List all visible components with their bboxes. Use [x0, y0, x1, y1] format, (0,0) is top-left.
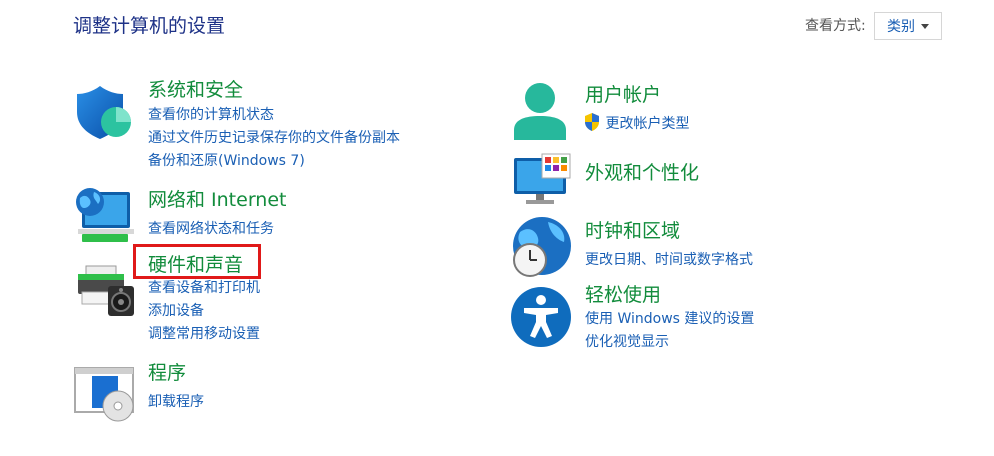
uac-shield-icon [585, 113, 599, 131]
category-title-appearance[interactable]: 外观和个性化 [585, 162, 699, 184]
link-change-account-type[interactable]: 更改帐户类型 [583, 112, 689, 136]
monitor-palette-icon[interactable] [512, 152, 572, 206]
clock-globe-icon[interactable] [510, 216, 574, 278]
link-uninstall-program[interactable]: 卸载程序 [148, 391, 204, 414]
link-devices-printers[interactable]: 查看设备和打印机 [148, 277, 260, 300]
printer-speaker-icon[interactable] [74, 262, 136, 318]
category-title-clock-region[interactable]: 时钟和区域 [585, 220, 680, 242]
chevron-down-icon [921, 23, 929, 29]
accessibility-icon[interactable] [510, 286, 572, 348]
link-network-status[interactable]: 查看网络状态和任务 [148, 218, 274, 241]
category-title-programs[interactable]: 程序 [148, 362, 186, 384]
link-optimize-visual-display[interactable]: 优化视觉显示 [585, 331, 754, 354]
shield-icon[interactable] [74, 84, 134, 140]
view-by-label: 查看方式: [805, 18, 866, 34]
link-add-device[interactable]: 添加设备 [148, 300, 260, 323]
page-title: 调整计算机的设置 [73, 15, 226, 37]
link-change-date-time-format[interactable]: 更改日期、时间或数字格式 [585, 249, 753, 272]
link-mobility-settings[interactable]: 调整常用移动设置 [148, 323, 260, 346]
link-backup-restore[interactable]: 备份和还原(Windows 7) [148, 150, 400, 173]
category-title-system-security[interactable]: 系统和安全 [148, 79, 243, 101]
link-view-computer-status[interactable]: 查看你的计算机状态 [148, 104, 400, 127]
user-icon[interactable] [512, 82, 568, 142]
view-by-value: 类别 [887, 19, 915, 35]
category-title-network-internet[interactable]: 网络和 Internet [148, 189, 286, 211]
link-change-account-type-label: 更改帐户类型 [605, 116, 690, 132]
view-by-dropdown[interactable]: 类别 [874, 12, 942, 40]
link-file-history-backup[interactable]: 通过文件历史记录保存你的文件备份副本 [148, 127, 400, 150]
category-title-ease-of-access[interactable]: 轻松使用 [585, 284, 661, 306]
network-globe-icon[interactable] [74, 186, 136, 244]
category-title-user-accounts[interactable]: 用户帐户 [585, 84, 661, 106]
program-disc-icon[interactable] [74, 364, 136, 422]
category-title-hardware-sound[interactable]: 硬件和声音 [148, 254, 243, 276]
link-recommended-settings[interactable]: 使用 Windows 建议的设置 [585, 308, 754, 331]
